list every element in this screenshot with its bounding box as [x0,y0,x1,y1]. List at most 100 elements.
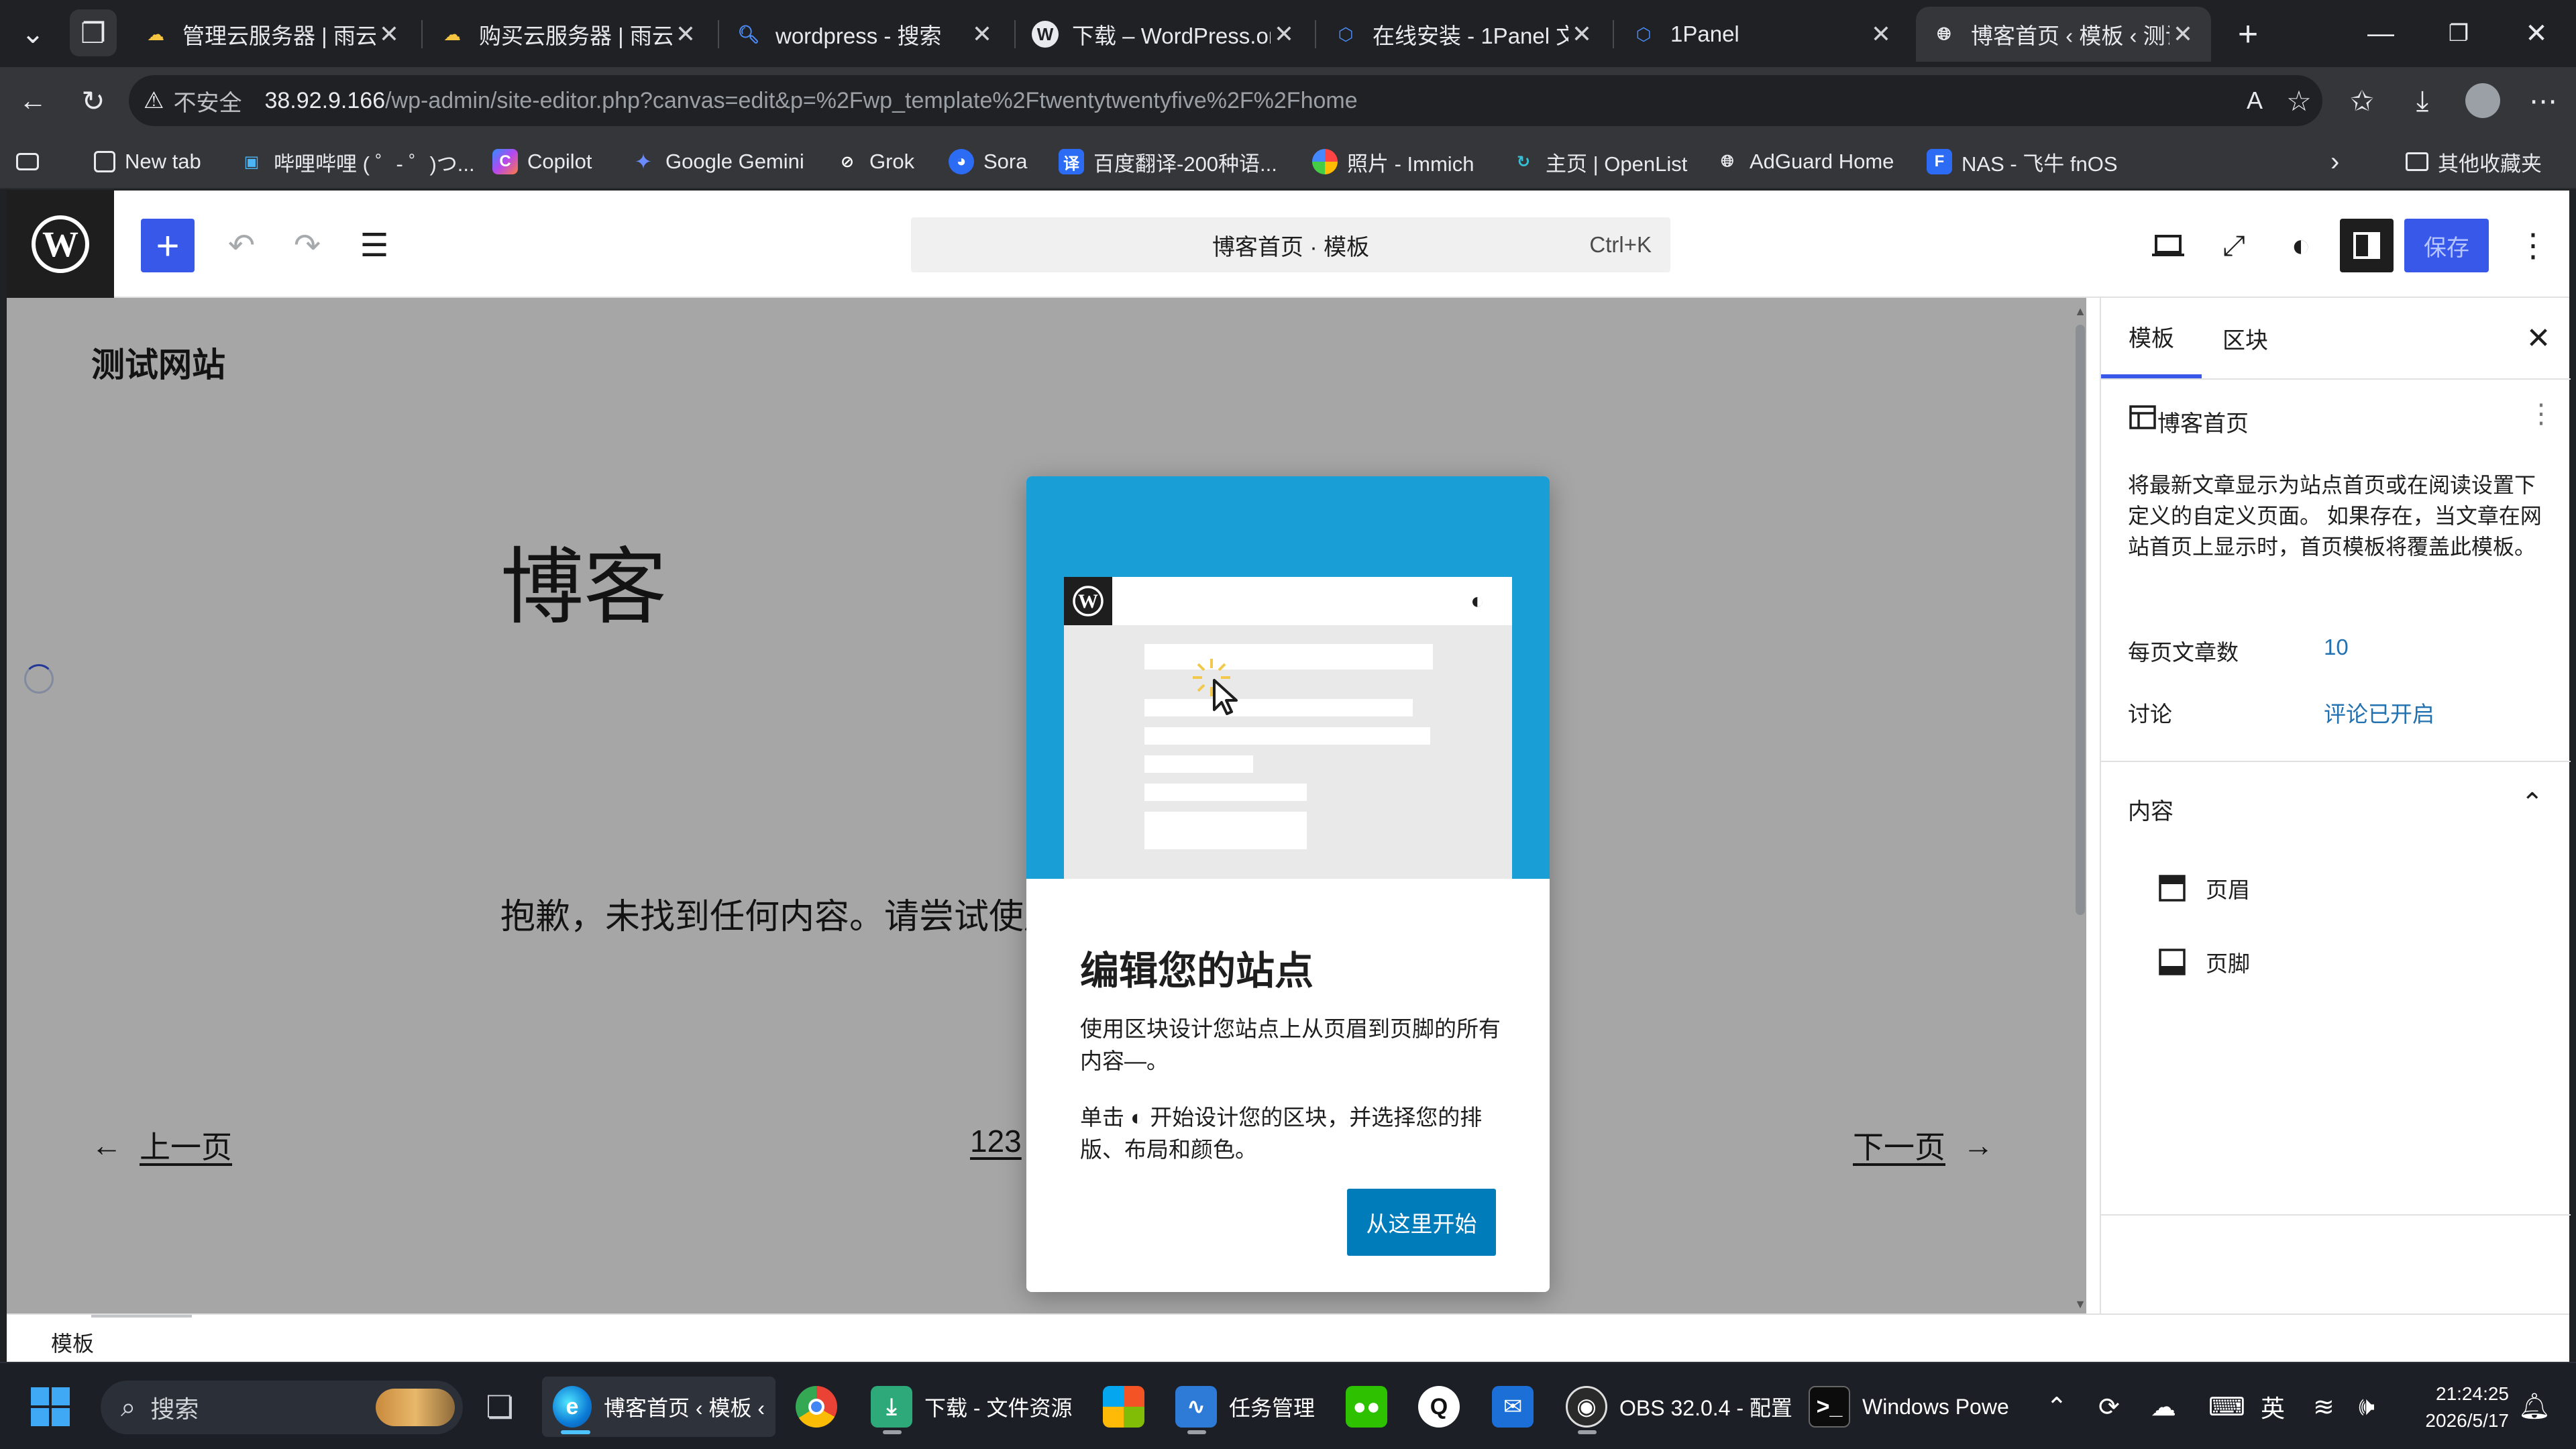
bookmark-copilot[interactable]: C Copilot [492,142,592,181]
close-tab-icon[interactable]: ✕ [969,20,996,48]
workspaces-icon[interactable]: ❐ [70,9,117,56]
bookmark-new-tab[interactable]: New tab [94,142,201,181]
sync-icon[interactable]: ⟳ [2098,1383,2120,1430]
profile-avatar-icon[interactable] [2459,77,2506,124]
start-button[interactable] [30,1377,71,1437]
template-part-footer[interactable]: 页脚 [2157,946,2250,978]
taskbar-search[interactable]: ⌕ 搜索 [101,1381,463,1434]
taskbar-app-store[interactable] [1103,1377,1157,1437]
bookmark-adguard[interactable]: 🌐︎ AdGuard Home [1715,142,1894,181]
restore-icon[interactable]: ❐ [2422,0,2496,67]
scrollbar-thumb[interactable] [2076,325,2085,915]
template-actions-icon[interactable]: ⋮ [2528,398,2555,429]
bookmark-openlist[interactable]: ↻ 主页 | OpenList [1511,142,1687,181]
taskbar-app-task-manager[interactable]: ∿ 任务管理 [1175,1377,1315,1437]
scroll-up-icon[interactable]: ▲ [2074,305,2086,318]
desktop-view-icon[interactable] [2141,219,2195,272]
editor-canvas[interactable]: 测试网站 博客 抱歉，未找到任何内容。请尝试使用其他关键词进行搜索。 ← 上一页… [7,298,2086,1313]
close-tab-icon[interactable]: ✕ [1868,20,1894,48]
bookmarks-overflow-icon[interactable]: › [2330,142,2339,181]
tab-list-icon[interactable]: ⌄ [9,9,56,56]
mail-icon: ✉ [1492,1386,1534,1428]
close-window-icon[interactable]: ✕ [2500,0,2573,67]
get-started-button[interactable]: 从这里开始 [1347,1189,1496,1256]
favorites-icon[interactable]: ✩ [2339,77,2385,124]
bookmark-grok[interactable]: ⊘ Grok [835,142,914,181]
read-aloud-icon[interactable]: A [2231,77,2278,124]
wordpress-logo-icon[interactable]: W [7,191,114,298]
browser-tab[interactable]: 🔍︎ wordpress - 搜索 ✕ [720,7,1010,62]
taskbar-app-qq[interactable]: Q [1418,1377,1472,1437]
close-tab-icon[interactable]: ✕ [2169,20,2196,48]
bookmark-bilibili[interactable]: ▣ 哔哩哔哩 ( ゜- ゜)つ... [239,142,475,181]
chevron-up-icon[interactable]: ⌃ [2521,788,2544,818]
zoom-out-icon[interactable]: ⤢ [2207,219,2261,272]
document-overview-icon[interactable]: ☰ [347,219,401,272]
add-block-button[interactable]: + [141,219,195,272]
collections-icon[interactable] [16,142,48,181]
taskbar-app-edge[interactable]: e 博客首页 ‹ 模板 ‹ [542,1377,775,1437]
taskbar-app-mail[interactable]: ✉ [1492,1377,1546,1437]
taskbar-app-chrome[interactable] [796,1377,849,1437]
reload-icon[interactable]: ↻ [70,77,117,124]
tray-overflow-icon[interactable]: ⌃ [2046,1383,2068,1430]
settings-sidebar-toggle[interactable] [2340,219,2394,272]
taskbar-app-wechat[interactable]: ●● [1346,1377,1399,1437]
close-tab-icon[interactable]: ✕ [1568,20,1595,48]
canvas-scrollbar[interactable]: ▲ ▼ [2074,305,2086,1311]
save-button[interactable]: 保存 [2404,219,2489,272]
options-menu-icon[interactable]: ⋮ [2506,219,2560,272]
scroll-down-icon[interactable]: ▼ [2074,1297,2086,1311]
back-icon[interactable]: ← [9,77,56,124]
redo-icon[interactable]: ↷ [280,219,334,272]
content-panel-header[interactable]: 内容 [2128,793,2174,826]
sora-icon: ◕ [949,149,974,174]
task-view-icon: ❏ [486,1389,514,1424]
browser-tab[interactable]: W 下载 – WordPress.org 中 ✕ [1017,7,1312,62]
taskbar-app-file-explorer[interactable]: ⤓ 下载 - 文件资源 [871,1377,1072,1437]
keyboard-icon[interactable]: ⌨ [2208,1383,2245,1430]
volume-icon[interactable]: 🕪︎ [2359,1383,2375,1430]
block-breadcrumb[interactable]: 模板 [51,1327,94,1358]
favorite-star-icon[interactable]: ☆ [2275,77,2322,124]
security-label[interactable]: 不安全 [173,85,241,117]
taskbar-app-obs[interactable]: ◉ OBS 32.0.4 - 配置 [1566,1377,1792,1437]
other-bookmarks[interactable]: 其他收藏夹 [2406,142,2542,181]
browser-tab[interactable]: ⬡ 在线安装 - 1Panel 文档 ✕ [1318,7,1610,62]
close-tab-icon[interactable]: ✕ [1271,20,1297,48]
notifications-icon[interactable]: 🔔︎ [2518,1383,2551,1430]
styles-icon[interactable]: ◐ [2274,219,2328,272]
undo-icon[interactable]: ↶ [215,219,268,272]
wifi-icon[interactable]: ≋ [2313,1383,2334,1430]
posts-per-page-value[interactable]: 10 [2324,635,2349,660]
browser-tab[interactable]: ⬡ 1Panel ✕ [1615,7,1909,62]
address-bar[interactable]: ⚠ 不安全 38.92.9.166 /wp-admin/site-editor.… [129,75,2322,126]
downloads-icon[interactable]: ⤓ [2399,77,2446,124]
browser-tab-active[interactable]: 🌐︎ 博客首页 ‹ 模板 ‹ 测试网站 ✕ [1916,7,2211,62]
bookmark-gemini[interactable]: ✦ Google Gemini [631,142,804,181]
task-view-button[interactable]: ❏ [479,1377,533,1437]
bookmark-sora[interactable]: ◕ Sora [949,142,1027,181]
bookmark-fnos[interactable]: F NAS - 飞牛 fnOS [1927,142,2118,181]
svg-text:W: W [1078,590,1098,612]
tab-block[interactable]: 区块 [2202,298,2289,378]
new-tab-icon[interactable]: + [2224,11,2271,58]
taskbar-app-terminal[interactable]: >_ Windows Powe [1809,1377,2009,1437]
page-icon [94,151,115,172]
ime-indicator[interactable]: 英 [2261,1383,2285,1430]
tab-template[interactable]: 模板 [2101,298,2202,378]
bookmark-baidu-translate[interactable]: 译 百度翻译-200种语... [1059,142,1277,181]
command-palette-bar[interactable]: 博客首页 · 模板 Ctrl+K [911,217,1670,272]
browser-tab[interactable]: ☁ 管理云服务器 | 雨云 ✕ [127,7,417,62]
more-menu-icon[interactable]: ⋯ [2520,77,2567,124]
onedrive-icon[interactable]: ☁ [2151,1383,2176,1430]
browser-tab[interactable]: ☁ 购买云服务器 | 雨云 ✕ [424,7,714,62]
close-sidebar-icon[interactable]: ✕ [2517,317,2560,360]
bookmark-immich[interactable]: 照片 - Immich [1312,142,1474,181]
close-tab-icon[interactable]: ✕ [376,20,402,48]
system-clock[interactable]: 21:24:25 2026/5/17 [2408,1381,2509,1434]
close-tab-icon[interactable]: ✕ [672,20,699,48]
template-part-header[interactable]: 页眉 [2157,872,2250,904]
discussion-value[interactable]: 评论已开启 [2324,696,2434,729]
minimize-icon[interactable]: — [2344,0,2418,67]
